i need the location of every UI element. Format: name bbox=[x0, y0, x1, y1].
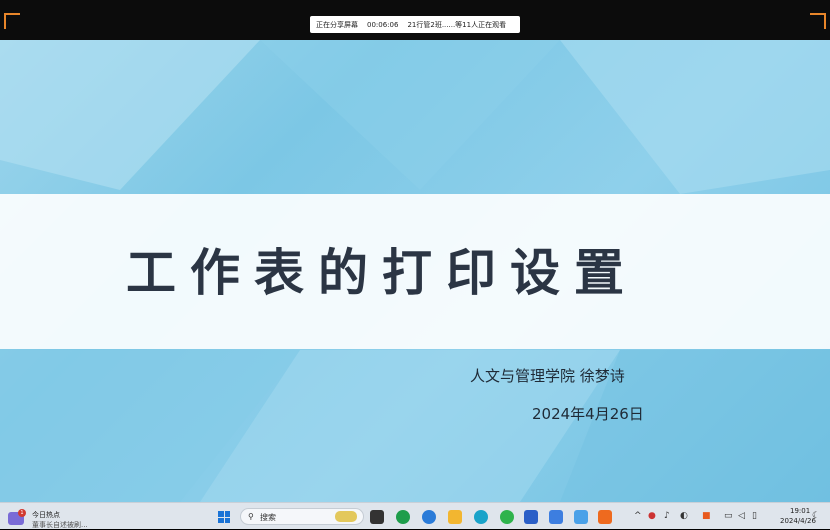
start-button[interactable] bbox=[218, 511, 230, 523]
presentation-slide: 工作表的打印设置 人文与管理学院 徐梦诗 2024年4月26日 bbox=[0, 40, 830, 502]
task-view-icon[interactable] bbox=[370, 510, 384, 524]
browser-app-icon[interactable] bbox=[396, 510, 410, 524]
wps-app-icon[interactable] bbox=[549, 510, 563, 524]
app-icon-person[interactable] bbox=[574, 510, 588, 524]
tray-app-icon[interactable]: ● bbox=[648, 511, 656, 521]
tray-chevron-icon[interactable]: ^ bbox=[634, 511, 642, 521]
news-badge: 1 bbox=[18, 509, 26, 517]
share-status-text: 正在分享屏幕 bbox=[316, 20, 358, 29]
volume-icon[interactable]: ◁ bbox=[738, 511, 745, 521]
share-timer: 00:06:06 bbox=[367, 20, 399, 29]
file-explorer-icon[interactable] bbox=[448, 510, 462, 524]
edge-browser-icon[interactable] bbox=[474, 510, 488, 524]
screen-share-status-bar[interactable]: 正在分享屏幕 00:06:06 21行管2班......等11人正在观看 bbox=[310, 16, 520, 33]
share-frame-corner-top-left bbox=[4, 13, 20, 29]
news-widget[interactable]: 1 今日热点 董事长自述被刷... bbox=[4, 507, 94, 529]
slide-author: 人文与管理学院 徐梦诗 bbox=[470, 367, 625, 385]
app-icon-blue[interactable] bbox=[422, 510, 436, 524]
slide-date: 2024年4月26日 bbox=[532, 405, 644, 423]
network-icon[interactable]: ▭ bbox=[724, 511, 733, 521]
meeting-top-bar: 正在分享屏幕 00:06:06 21行管2班......等11人正在观看 bbox=[0, 0, 830, 40]
app-icon-green[interactable] bbox=[500, 510, 514, 524]
clock-date[interactable]: 2024/4/26 bbox=[780, 517, 816, 525]
taskbar-search-box[interactable]: ⚲ 搜索 bbox=[240, 508, 364, 525]
viewer-count-text[interactable]: 21行管2班......等11人正在观看 bbox=[407, 20, 506, 30]
tray-security-icon[interactable]: ◐ bbox=[680, 511, 688, 521]
search-placeholder: 搜索 bbox=[260, 513, 276, 522]
tray-wps-icon[interactable]: ■ bbox=[702, 511, 711, 521]
app-icon-orange[interactable] bbox=[598, 510, 612, 524]
clock-time[interactable]: 19:01 bbox=[790, 507, 810, 515]
microphone-icon[interactable]: ♪ bbox=[664, 511, 670, 521]
word-app-icon[interactable] bbox=[524, 510, 538, 524]
slide-title: 工作表的打印设置 bbox=[126, 244, 638, 302]
search-highlight-icon bbox=[335, 511, 357, 522]
notification-icon[interactable]: ☾ bbox=[812, 511, 820, 521]
search-icon: ⚲ bbox=[248, 512, 254, 521]
windows-taskbar: 1 今日热点 董事长自述被刷... ⚲ 搜索 ^ ● ♪ ◐ ■ ▭ ◁ ▯ 1… bbox=[0, 502, 830, 529]
battery-icon[interactable]: ▯ bbox=[752, 511, 757, 521]
share-frame-corner-top-right bbox=[810, 13, 826, 29]
news-title: 今日热点 bbox=[32, 511, 60, 519]
